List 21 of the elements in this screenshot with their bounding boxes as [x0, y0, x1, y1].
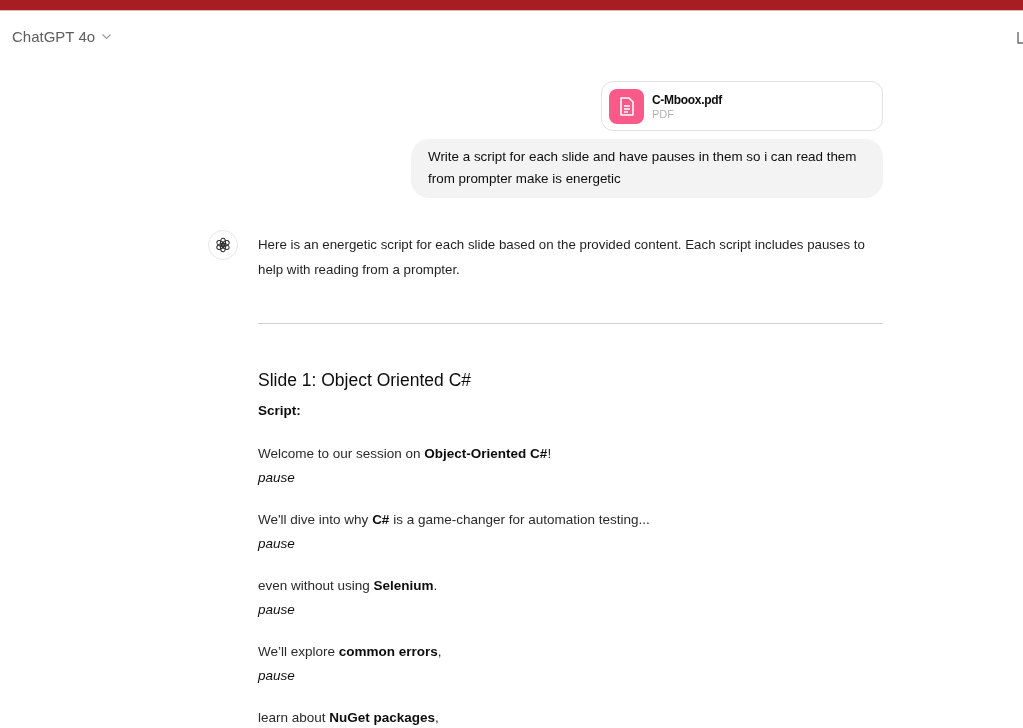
script-line: learn about NuGet packages, — [258, 709, 440, 727]
file-name: C-Mboox.pdf — [652, 92, 722, 107]
slide-heading: Slide 1: Object Oriented C# — [258, 369, 473, 392]
assistant-intro-text: Here is an energetic script for each slide based on the provided content. Each script includes pauses to help with reading from a prompter. — [258, 236, 866, 279]
assistant-avatar-icon — [208, 230, 238, 260]
chevron-down-icon — [102, 33, 112, 39]
script-line: We'll dive into why C# is a game-changer for automation testing... — [258, 511, 651, 529]
script-line: We’ll explore common errors, — [258, 643, 443, 661]
model-selector-button[interactable]: ChatGPT 4o — [6, 23, 118, 49]
file-attachment-card[interactable]: C-Mboox.pdf PDF — [601, 81, 883, 131]
cut-off-icon[interactable] — [1017, 30, 1023, 44]
script-label: Script: — [258, 402, 302, 420]
script-line: even without using Selenium. — [258, 577, 439, 595]
pause-cue: pause — [258, 601, 296, 619]
pause-cue: pause — [258, 469, 296, 487]
pause-cue: pause — [258, 667, 296, 685]
user-message-bubble: Write a script for each slide and have pauses in them so i can read them from prompter make is energetic — [411, 139, 883, 198]
script-line: Welcome to our session on Object-Oriented C#! — [258, 445, 553, 463]
pause-cue: pause — [258, 535, 296, 553]
file-type: PDF — [652, 107, 675, 120]
document-icon — [609, 88, 644, 124]
